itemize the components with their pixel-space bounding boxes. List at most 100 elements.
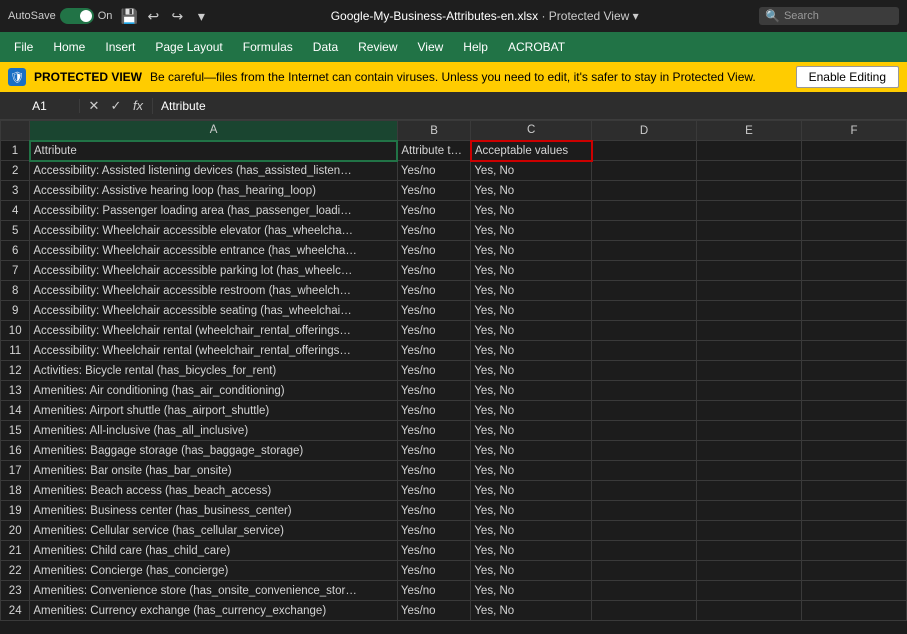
cell-e[interactable]	[697, 241, 802, 261]
cell-a[interactable]: Activities: Bicycle rental (has_bicycles…	[30, 361, 397, 381]
cell-a[interactable]: Accessibility: Passenger loading area (h…	[30, 201, 397, 221]
cell-d[interactable]	[592, 441, 697, 461]
cell-d[interactable]	[592, 341, 697, 361]
cell-c[interactable]: Yes, No	[471, 301, 592, 321]
cell-b[interactable]: Attribute type	[397, 141, 470, 161]
cell-a[interactable]: Amenities: Concierge (has_concierge)	[30, 561, 397, 581]
cell-c[interactable]: Yes, No	[471, 161, 592, 181]
cell-a[interactable]: Accessibility: Wheelchair rental (wheelc…	[30, 321, 397, 341]
menu-insert[interactable]: Insert	[95, 36, 145, 58]
cell-d[interactable]	[592, 381, 697, 401]
cell-d[interactable]	[592, 221, 697, 241]
cell-f[interactable]	[801, 301, 906, 321]
cell-reference[interactable]: A1	[0, 99, 80, 113]
cell-a[interactable]: Attribute	[30, 141, 397, 161]
menu-formulas[interactable]: Formulas	[233, 36, 303, 58]
cell-a[interactable]: Accessibility: Wheelchair accessible sea…	[30, 301, 397, 321]
cell-f[interactable]	[801, 261, 906, 281]
more-commands-icon[interactable]: ▾	[192, 7, 210, 25]
cell-d[interactable]	[592, 161, 697, 181]
cell-a[interactable]: Amenities: Convenience store (has_onsite…	[30, 581, 397, 601]
cell-d[interactable]	[592, 581, 697, 601]
cell-c[interactable]: Yes, No	[471, 241, 592, 261]
menu-view[interactable]: View	[408, 36, 454, 58]
autosave-toggle[interactable]	[60, 8, 94, 24]
cell-f[interactable]	[801, 161, 906, 181]
cell-a[interactable]: Amenities: Bar onsite (has_bar_onsite)	[30, 461, 397, 481]
cell-b[interactable]: Yes/no	[397, 581, 470, 601]
cell-e[interactable]	[697, 461, 802, 481]
cell-b[interactable]: Yes/no	[397, 381, 470, 401]
menu-file[interactable]: File	[4, 36, 43, 58]
cell-c[interactable]: Yes, No	[471, 541, 592, 561]
cell-d[interactable]	[592, 301, 697, 321]
cell-b[interactable]: Yes/no	[397, 261, 470, 281]
cell-f[interactable]	[801, 201, 906, 221]
cell-d[interactable]	[592, 501, 697, 521]
cell-a[interactable]: Accessibility: Assistive hearing loop (h…	[30, 181, 397, 201]
cell-c[interactable]: Yes, No	[471, 201, 592, 221]
cell-f[interactable]	[801, 441, 906, 461]
cell-b[interactable]: Yes/no	[397, 361, 470, 381]
cell-d[interactable]	[592, 521, 697, 541]
confirm-formula-icon[interactable]: ✓	[108, 98, 124, 114]
cell-d[interactable]	[592, 321, 697, 341]
cell-f[interactable]	[801, 541, 906, 561]
cell-a[interactable]: Accessibility: Wheelchair rental (wheelc…	[30, 341, 397, 361]
cell-e[interactable]	[697, 561, 802, 581]
cell-e[interactable]	[697, 401, 802, 421]
cell-b[interactable]: Yes/no	[397, 281, 470, 301]
cell-b[interactable]: Yes/no	[397, 521, 470, 541]
cell-a[interactable]: Accessibility: Wheelchair accessible ele…	[30, 221, 397, 241]
cell-c[interactable]: Yes, No	[471, 521, 592, 541]
cell-b[interactable]: Yes/no	[397, 561, 470, 581]
cell-f[interactable]	[801, 421, 906, 441]
cell-f[interactable]	[801, 321, 906, 341]
cell-f[interactable]	[801, 581, 906, 601]
cell-c[interactable]: Yes, No	[471, 481, 592, 501]
cell-e[interactable]	[697, 421, 802, 441]
cell-e[interactable]	[697, 341, 802, 361]
cell-b[interactable]: Yes/no	[397, 481, 470, 501]
cell-e[interactable]	[697, 261, 802, 281]
cell-d[interactable]	[592, 261, 697, 281]
cell-e[interactable]	[697, 181, 802, 201]
col-header-f[interactable]: F	[801, 121, 906, 141]
cell-f[interactable]	[801, 501, 906, 521]
cell-e[interactable]	[697, 301, 802, 321]
cell-a[interactable]: Amenities: All-inclusive (has_all_inclus…	[30, 421, 397, 441]
cell-f[interactable]	[801, 241, 906, 261]
cell-d[interactable]	[592, 461, 697, 481]
cell-a[interactable]: Amenities: Cellular service (has_cellula…	[30, 521, 397, 541]
cell-a[interactable]: Accessibility: Wheelchair accessible ent…	[30, 241, 397, 261]
cell-f[interactable]	[801, 561, 906, 581]
cell-e[interactable]	[697, 221, 802, 241]
cell-c[interactable]: Yes, No	[471, 381, 592, 401]
cell-b[interactable]: Yes/no	[397, 321, 470, 341]
cell-f[interactable]	[801, 481, 906, 501]
col-header-b[interactable]: B	[397, 121, 470, 141]
title-dropdown-icon[interactable]: ▾	[633, 9, 639, 23]
menu-help[interactable]: Help	[453, 36, 498, 58]
cell-e[interactable]	[697, 361, 802, 381]
cell-c[interactable]: Yes, No	[471, 581, 592, 601]
cell-e[interactable]	[697, 441, 802, 461]
cell-e[interactable]	[697, 541, 802, 561]
save-icon[interactable]: 💾	[120, 7, 138, 25]
redo-icon[interactable]: ↪	[168, 7, 186, 25]
cell-c[interactable]: Yes, No	[471, 281, 592, 301]
cell-b[interactable]: Yes/no	[397, 601, 470, 621]
col-header-e[interactable]: E	[697, 121, 802, 141]
cell-b[interactable]: Yes/no	[397, 241, 470, 261]
cell-f[interactable]	[801, 141, 906, 161]
cell-a[interactable]: Amenities: Airport shuttle (has_airport_…	[30, 401, 397, 421]
cell-e[interactable]	[697, 521, 802, 541]
cell-c[interactable]: Yes, No	[471, 601, 592, 621]
cell-a[interactable]: Amenities: Beach access (has_beach_acces…	[30, 481, 397, 501]
cell-d[interactable]	[592, 361, 697, 381]
cell-d[interactable]	[592, 201, 697, 221]
cell-d[interactable]	[592, 281, 697, 301]
cell-c[interactable]: Yes, No	[471, 561, 592, 581]
insert-function-icon[interactable]: fx	[130, 98, 146, 113]
cell-f[interactable]	[801, 601, 906, 621]
